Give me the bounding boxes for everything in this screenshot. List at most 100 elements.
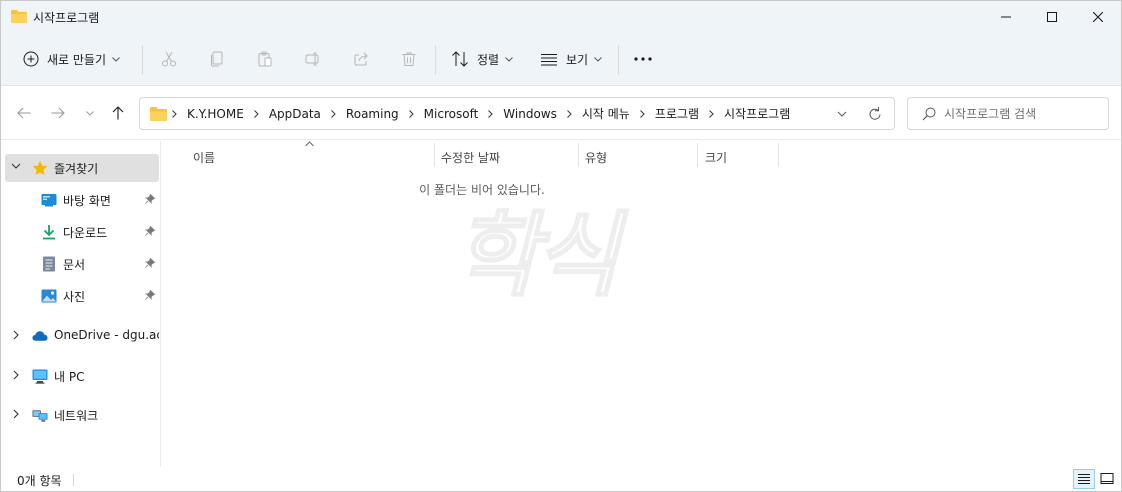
details-view-icon (1078, 474, 1090, 484)
chevron-down-icon[interactable] (11, 163, 21, 170)
close-button[interactable] (1075, 1, 1121, 33)
chevron-down-icon[interactable] (837, 107, 847, 121)
sidebar-item-label: 바탕 화면 (63, 194, 111, 208)
status-separator (73, 474, 74, 486)
breadcrumb-item[interactable]: K.Y.HOME (187, 107, 244, 121)
chevron-right-icon[interactable] (331, 109, 336, 118)
breadcrumb-item[interactable]: 시작 메뉴 (582, 105, 630, 122)
details-view-button[interactable] (1073, 469, 1095, 489)
column-divider[interactable] (434, 143, 435, 167)
minimize-button[interactable] (983, 1, 1029, 33)
recent-locations-button[interactable] (80, 103, 100, 123)
breadcrumb-item[interactable]: AppData (269, 107, 321, 121)
file-explorer-window: 시작프로그램 새로 만들기 정렬 보기 K.Y.HOME AppData Roa… (0, 0, 1122, 492)
forward-button[interactable] (48, 103, 68, 123)
command-separator (435, 45, 436, 75)
pin-icon[interactable] (145, 290, 155, 300)
pictures-icon (41, 288, 57, 304)
plus-circle-icon (23, 51, 39, 67)
column-header-type[interactable]: 유형 (585, 146, 607, 168)
column-divider[interactable] (697, 143, 698, 167)
desktop-icon (41, 192, 57, 208)
column-divider[interactable] (778, 143, 779, 167)
title-bar[interactable]: 시작프로그램 (1, 1, 1121, 33)
copy-button[interactable] (205, 47, 229, 71)
download-icon (41, 224, 57, 240)
column-header-modified[interactable]: 수정한 날짜 (441, 146, 500, 168)
document-icon (41, 256, 57, 272)
up-button[interactable] (108, 103, 128, 123)
sidebar-item-onedrive[interactable]: OneDrive - dgu.ac.kr (5, 322, 159, 350)
command-separator (618, 45, 619, 75)
scissors-icon (162, 51, 176, 67)
maximize-icon (1047, 12, 1057, 22)
chevron-right-icon[interactable] (408, 109, 414, 118)
new-button-label: 새로 만들기 (47, 52, 107, 67)
clipboard-icon (258, 51, 272, 67)
paste-button[interactable] (253, 47, 277, 71)
column-label: 유형 (585, 150, 608, 165)
rename-icon (305, 52, 319, 66)
chevron-right-icon[interactable] (567, 109, 572, 118)
sidebar-item-this-pc[interactable]: 내 PC (5, 362, 159, 390)
maximize-button[interactable] (1029, 1, 1075, 33)
large-icons-view-button[interactable] (1096, 469, 1118, 489)
more-options-button[interactable] (631, 47, 655, 71)
chevron-right-icon[interactable] (709, 109, 714, 118)
breadcrumb-item[interactable]: 프로그램 (655, 105, 699, 122)
arrow-left-icon (17, 107, 31, 119)
column-label: 이름 (193, 150, 216, 165)
item-count: 0개 항목 (17, 474, 62, 488)
more-dots-icon (634, 57, 652, 61)
cloud-icon (32, 328, 48, 344)
sort-ascending-icon (305, 141, 314, 147)
sidebar-item-desktop[interactable]: 바탕 화면 (5, 186, 159, 214)
column-header-size[interactable]: 크기 (705, 146, 727, 168)
pin-icon[interactable] (145, 258, 155, 268)
search-icon (922, 107, 936, 121)
delete-button[interactable] (397, 47, 421, 71)
chevron-right-icon[interactable] (13, 409, 20, 419)
column-label: 크기 (705, 150, 728, 165)
breadcrumb-item[interactable]: Microsoft (424, 107, 479, 121)
sidebar-item-pictures[interactable]: 사진 (5, 282, 159, 310)
chevron-right-icon[interactable] (488, 109, 493, 118)
breadcrumb-item[interactable]: Windows (503, 107, 557, 121)
close-icon (1093, 12, 1103, 22)
rename-button[interactable] (301, 47, 325, 71)
cut-button[interactable] (157, 47, 181, 71)
pin-icon[interactable] (145, 226, 155, 236)
back-button[interactable] (14, 103, 34, 123)
search-input[interactable] (944, 98, 1104, 129)
sidebar-item-downloads[interactable]: 다운로드 (5, 218, 159, 246)
sidebar-item-label: 네트워크 (54, 409, 99, 423)
sidebar-item-label: 다운로드 (63, 226, 108, 240)
file-list[interactable]: 이름 수정한 날짜 유형 크기 이 폴더는 비어 있습니다. 학식 (162, 141, 1121, 467)
column-header-name[interactable]: 이름 (193, 146, 215, 168)
new-button[interactable]: 새로 만들기 (15, 43, 128, 75)
view-button[interactable]: 보기 (540, 43, 602, 75)
chevron-right-icon[interactable] (253, 109, 259, 118)
pin-icon[interactable] (145, 194, 155, 204)
breadcrumb-item-current[interactable]: 시작프로그램 (724, 105, 790, 122)
sidebar-item-quick-access[interactable]: 즐겨찾기 (5, 154, 159, 182)
breadcrumb-item[interactable]: Roaming (346, 107, 399, 121)
address-bar[interactable]: K.Y.HOME AppData Roaming Microsoft Windo… (139, 97, 895, 130)
refresh-icon[interactable] (868, 106, 882, 122)
arrow-right-icon (51, 107, 65, 119)
view-list-icon (541, 54, 557, 66)
sort-button[interactable]: 정렬 (451, 43, 513, 75)
chevron-right-icon[interactable] (13, 330, 20, 340)
large-icons-view-icon (1100, 473, 1114, 484)
sidebar-item-network[interactable]: 네트워크 (5, 401, 159, 429)
status-bar: 0개 항목 (1, 467, 1121, 491)
search-box[interactable] (907, 97, 1109, 130)
column-divider[interactable] (578, 143, 579, 167)
chevron-right-icon[interactable] (639, 109, 645, 118)
share-button[interactable] (349, 47, 373, 71)
chevron-right-icon[interactable] (13, 370, 20, 380)
trash-icon (402, 52, 416, 66)
folder-icon (11, 10, 27, 23)
chevron-right-icon[interactable] (172, 109, 177, 118)
sidebar-item-documents[interactable]: 문서 (5, 250, 159, 278)
